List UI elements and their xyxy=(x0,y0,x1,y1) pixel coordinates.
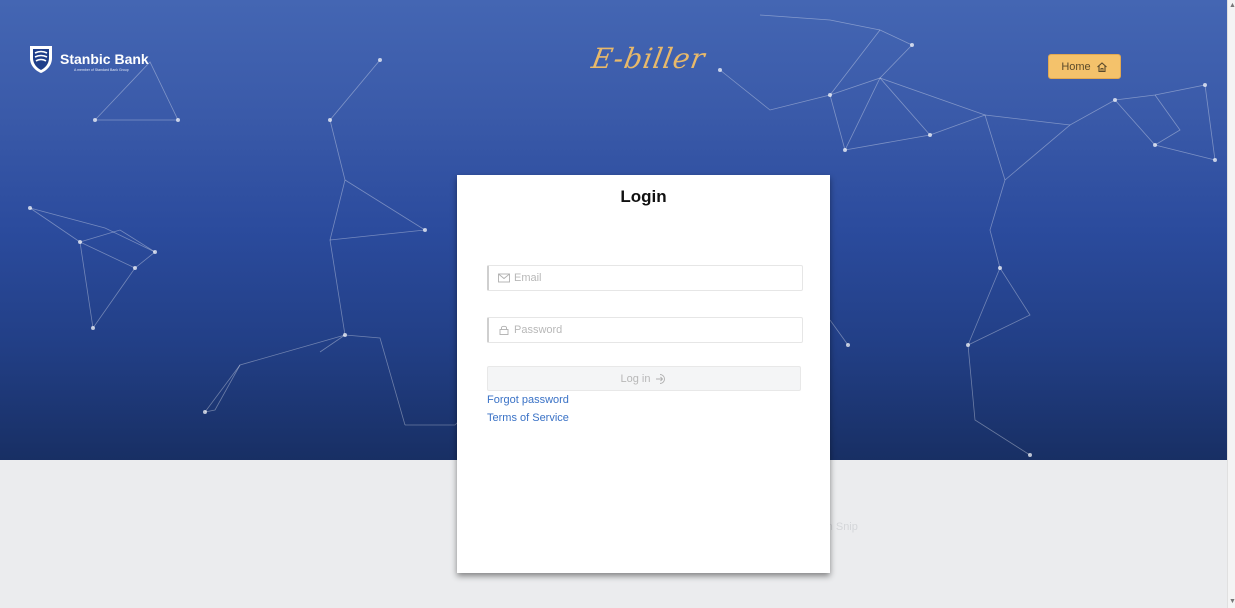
app-logo: E-biller xyxy=(589,42,709,75)
login-card: Login Log in Forgot password Terms of Se… xyxy=(457,175,830,573)
terms-of-service-link[interactable]: Terms of Service xyxy=(487,412,569,424)
envelope-icon xyxy=(498,273,510,283)
login-button[interactable]: Log in xyxy=(487,366,801,391)
home-icon xyxy=(1096,61,1107,72)
shield-icon xyxy=(30,46,52,73)
scroll-up-icon[interactable]: ▲ xyxy=(1229,2,1235,10)
scroll-down-icon[interactable]: ▼ xyxy=(1229,598,1235,606)
sign-in-icon xyxy=(656,373,666,384)
password-input[interactable] xyxy=(514,324,794,336)
home-button-label: Home xyxy=(1061,60,1091,73)
forgot-password-link[interactable]: Forgot password xyxy=(487,394,569,406)
login-title: Login xyxy=(620,187,667,206)
stanbic-logo[interactable]: Stanbic Bank A member of Standard Bank G… xyxy=(28,44,149,74)
brand-name: Stanbic Bank xyxy=(60,51,149,67)
login-page: Stanbic Bank A member of Standard Bank G… xyxy=(0,0,1235,608)
email-input[interactable] xyxy=(514,272,794,284)
vertical-scrollbar[interactable]: ▲ ▼ xyxy=(1227,0,1235,608)
brand-tagline: A member of Standard Bank Group xyxy=(74,68,129,72)
lock-icon xyxy=(499,325,509,335)
password-field[interactable] xyxy=(487,317,803,343)
email-field[interactable] xyxy=(487,265,803,291)
login-button-label: Log in xyxy=(620,372,651,385)
home-button[interactable]: Home xyxy=(1048,54,1121,79)
